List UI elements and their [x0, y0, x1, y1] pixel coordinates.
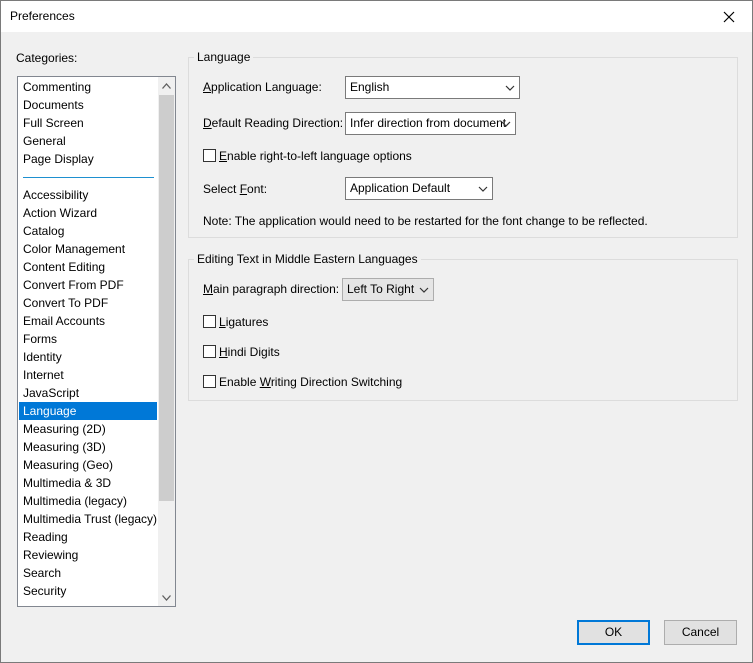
middle-eastern-group-title: Editing Text in Middle Eastern Languages	[194, 252, 421, 266]
chevron-down-icon	[419, 287, 429, 293]
categories-label: Categories:	[16, 51, 78, 65]
category-item[interactable]: Internet	[19, 366, 157, 384]
category-item[interactable]: Convert From PDF	[19, 276, 157, 294]
close-icon	[723, 11, 735, 22]
close-button[interactable]	[706, 1, 752, 32]
ligatures-checkbox[interactable]	[203, 315, 216, 328]
category-item[interactable]: Content Editing	[19, 258, 157, 276]
scrollbar-thumb[interactable]	[159, 95, 174, 501]
reading-direction-label: Default Reading Direction:	[203, 116, 344, 130]
paragraph-direction-value: Left To Right	[347, 282, 415, 296]
paragraph-direction-select[interactable]: Left To Right	[342, 278, 434, 301]
window-title: Preferences	[10, 9, 75, 23]
application-language-select[interactable]: English	[345, 76, 520, 99]
category-item[interactable]: Measuring (Geo)	[19, 456, 157, 474]
reading-direction-value: Infer direction from document	[350, 116, 507, 130]
scroll-up-arrow[interactable]	[158, 77, 175, 94]
category-item[interactable]: Documents	[19, 96, 157, 114]
chevron-down-icon	[505, 85, 515, 91]
writing-direction-label: Enable Writing Direction Switching	[219, 375, 403, 389]
cancel-button[interactable]: Cancel	[664, 620, 737, 645]
categories-list[interactable]: Commenting Documents Full Screen General Pag…	[17, 76, 176, 607]
category-item[interactable]: Multimedia (legacy)	[19, 492, 157, 510]
select-font-value: Application Default	[350, 181, 451, 195]
category-item[interactable]: Full Screen	[19, 114, 157, 132]
category-item[interactable]: Identity	[19, 348, 157, 366]
category-item[interactable]: Security	[19, 582, 157, 600]
application-language-label: Application Language:	[203, 80, 322, 94]
application-language-value: English	[350, 80, 390, 94]
scroll-down-arrow[interactable]	[158, 589, 175, 606]
writing-direction-checkbox[interactable]	[203, 375, 216, 388]
select-font-select[interactable]: Application Default	[345, 177, 493, 200]
category-item[interactable]: Multimedia & 3D	[19, 474, 157, 492]
hindi-digits-checkbox[interactable]	[203, 345, 216, 358]
category-item[interactable]: Commenting	[19, 78, 157, 96]
category-item[interactable]: JavaScript	[19, 384, 157, 402]
category-item[interactable]: Accessibility	[19, 186, 157, 204]
scroll-down-arrow-icon	[162, 594, 171, 601]
category-item[interactable]: Page Display	[19, 150, 157, 168]
category-item[interactable]: Email Accounts	[19, 312, 157, 330]
list-separator	[23, 177, 154, 178]
category-item[interactable]: Measuring (2D)	[19, 420, 157, 438]
category-item[interactable]: Language	[19, 402, 157, 420]
category-item[interactable]: Measuring (3D)	[19, 438, 157, 456]
title-bar: Preferences	[1, 1, 752, 32]
ok-button[interactable]: OK	[577, 620, 650, 645]
category-item[interactable]: Forms	[19, 330, 157, 348]
font-restart-note: Note: The application would need to be r…	[203, 214, 648, 228]
category-item[interactable]: Convert To PDF	[19, 294, 157, 312]
chevron-down-icon	[478, 186, 488, 192]
category-item[interactable]: Action Wizard	[19, 204, 157, 222]
reading-direction-select[interactable]: Infer direction from document	[345, 112, 516, 135]
category-item[interactable]: Reading	[19, 528, 157, 546]
rtl-options-label: Enable right-to-left language options	[219, 149, 412, 163]
paragraph-direction-label: Main paragraph direction:	[203, 282, 340, 296]
hindi-digits-label: Hindi Digits	[219, 345, 280, 359]
category-item[interactable]: Color Management	[19, 240, 157, 258]
chevron-down-icon	[501, 121, 511, 127]
category-item[interactable]: Catalog	[19, 222, 157, 240]
select-font-label: Select Font:	[203, 182, 268, 196]
rtl-options-checkbox[interactable]	[203, 149, 216, 162]
language-group-title: Language	[194, 50, 254, 64]
category-item[interactable]: General	[19, 132, 157, 150]
category-item[interactable]: Search	[19, 564, 157, 582]
scroll-up-arrow-icon	[162, 82, 171, 89]
category-item[interactable]: Reviewing	[19, 546, 157, 564]
ligatures-label: Ligatures	[219, 315, 269, 329]
preferences-dialog: Preferences Categories: Commenting Docume…	[0, 0, 753, 663]
category-item[interactable]: Multimedia Trust (legacy)	[19, 510, 157, 528]
list-scrollbar[interactable]	[158, 77, 175, 606]
